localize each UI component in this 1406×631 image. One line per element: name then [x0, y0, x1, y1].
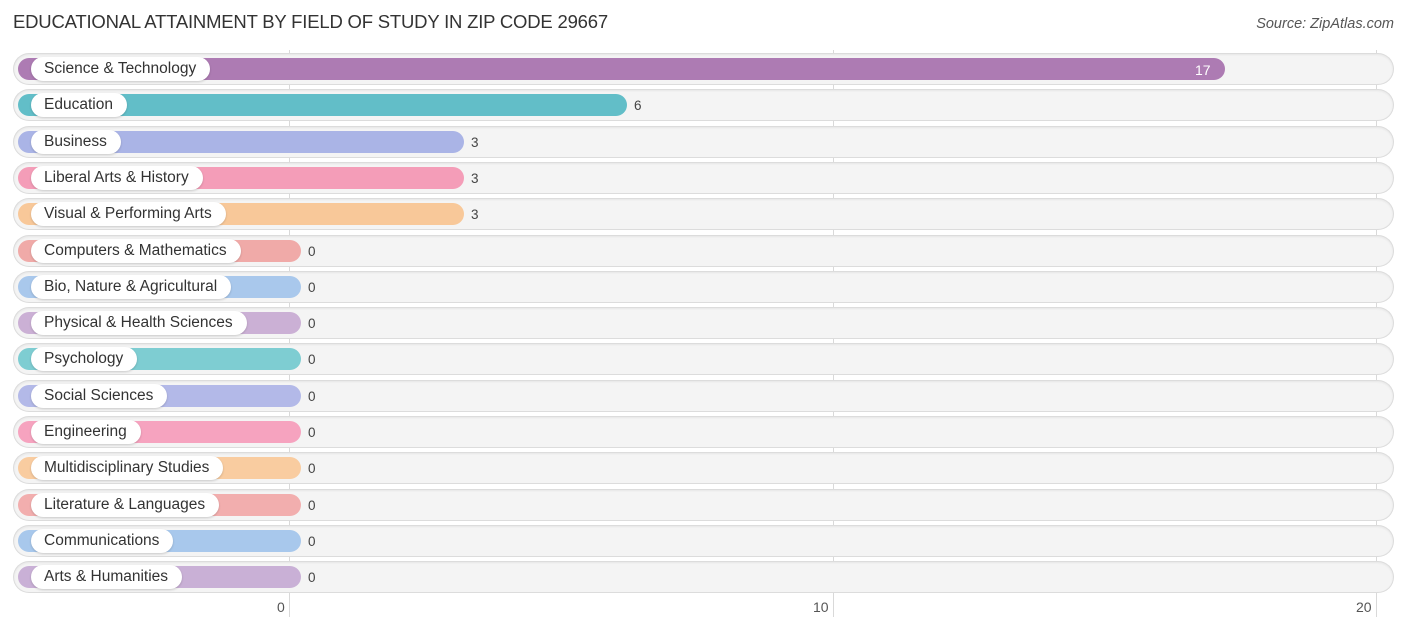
category-label: Physical & Health Sciences	[31, 311, 247, 335]
value-label: 6	[634, 98, 642, 113]
category-label: Multidisciplinary Studies	[31, 456, 224, 480]
value-label: 0	[308, 316, 316, 331]
value-label: 0	[308, 570, 316, 585]
value-label: 0	[308, 498, 316, 513]
bar-chart: 0 10 20 Science & Technology 17 Education 6 Bus…	[0, 0, 1406, 631]
value-label: 0	[308, 461, 316, 476]
x-tick-label: 20	[1356, 599, 1372, 615]
value-label: 0	[308, 389, 316, 404]
value-label: 3	[471, 207, 479, 222]
x-tick-label: 10	[813, 599, 829, 615]
value-label: 0	[308, 534, 316, 549]
value-label: 3	[471, 135, 479, 150]
category-label: Literature & Languages	[31, 493, 220, 517]
category-label: Arts & Humanities	[31, 565, 183, 589]
category-label: Bio, Nature & Agricultural	[31, 275, 232, 299]
category-label: Communications	[31, 529, 174, 553]
x-tick-label: 0	[277, 599, 285, 615]
category-label: Business	[31, 130, 121, 154]
value-label: 3	[471, 171, 479, 186]
category-label: Social Sciences	[31, 384, 168, 408]
value-label: 0	[308, 280, 316, 295]
category-label: Visual & Performing Arts	[31, 202, 226, 226]
category-label: Liberal Arts & History	[31, 166, 203, 190]
value-label: 17	[1195, 62, 1211, 78]
category-label: Education	[31, 93, 127, 117]
value-label: 0	[308, 352, 316, 367]
value-label: 0	[308, 244, 316, 259]
category-label: Psychology	[31, 347, 138, 371]
category-label: Engineering	[31, 420, 141, 444]
value-label: 0	[308, 425, 316, 440]
category-label: Science & Technology	[31, 57, 211, 81]
category-label: Computers & Mathematics	[31, 239, 241, 263]
